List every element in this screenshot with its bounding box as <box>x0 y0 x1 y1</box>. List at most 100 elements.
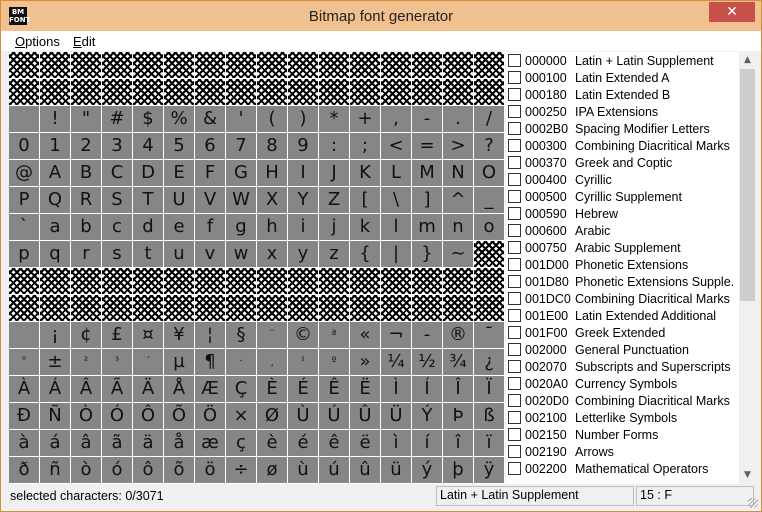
char-cell[interactable]: Í <box>412 376 443 403</box>
char-cell[interactable]: x <box>257 241 288 268</box>
char-cell[interactable]: ¢ <box>71 322 102 349</box>
char-cell[interactable]: ¸ <box>257 349 288 376</box>
char-cell[interactable]: V <box>195 187 226 214</box>
char-cell[interactable]: & <box>195 106 226 133</box>
scroll-down-arrow-icon[interactable]: ▼ <box>739 467 756 484</box>
char-cell[interactable]: 1 <box>40 133 71 160</box>
char-cell[interactable]: O <box>474 160 505 187</box>
char-cell[interactable]: Z <box>319 187 350 214</box>
char-cell[interactable]: ñ <box>40 457 71 484</box>
char-cell[interactable]: ß <box>474 403 505 430</box>
char-cell[interactable]: ~ <box>443 241 474 268</box>
char-cell[interactable]: # <box>102 106 133 133</box>
char-cell[interactable]: 8 <box>257 133 288 160</box>
char-cell[interactable]: D <box>133 160 164 187</box>
char-cell[interactable]: Ë <box>350 376 381 403</box>
char-cell[interactable]: « <box>350 322 381 349</box>
char-cell[interactable]: ¡ <box>40 322 71 349</box>
char-cell[interactable]: ± <box>40 349 71 376</box>
char-cell[interactable]: H <box>257 160 288 187</box>
char-cell[interactable]: ¶ <box>195 349 226 376</box>
char-cell[interactable]: w <box>226 241 257 268</box>
char-cell[interactable] <box>474 295 505 322</box>
range-checkbox[interactable] <box>508 88 521 101</box>
range-list-item[interactable]: 001DC0 Combining Diacritical Marks <box>506 290 739 307</box>
char-cell[interactable]: r <box>71 241 102 268</box>
char-cell[interactable] <box>319 268 350 295</box>
range-list-item[interactable]: 002070 Subscripts and Superscripts <box>506 358 739 375</box>
char-cell[interactable] <box>319 295 350 322</box>
range-checkbox[interactable] <box>508 139 521 152</box>
range-checkbox[interactable] <box>508 411 521 424</box>
menu-edit[interactable]: Edit <box>73 34 95 49</box>
char-cell[interactable]: ! <box>40 106 71 133</box>
char-cell[interactable]: ª <box>319 322 350 349</box>
char-cell[interactable]: © <box>288 322 319 349</box>
range-list-item[interactable]: 000370 Greek and Coptic <box>506 154 739 171</box>
char-cell[interactable] <box>226 52 257 79</box>
char-cell[interactable]: à <box>9 430 40 457</box>
char-cell[interactable]: Õ <box>164 403 195 430</box>
range-checkbox[interactable] <box>508 122 521 135</box>
char-cell[interactable]: q <box>40 241 71 268</box>
char-cell[interactable] <box>412 268 443 295</box>
char-cell[interactable]: Ø <box>257 403 288 430</box>
char-cell[interactable] <box>40 268 71 295</box>
char-cell[interactable]: K <box>350 160 381 187</box>
char-cell[interactable]: v <box>195 241 226 268</box>
range-list-item[interactable]: 002100 Letterlike Symbols <box>506 409 739 426</box>
menu-options[interactable]: Options <box>15 34 60 49</box>
range-checkbox[interactable] <box>508 292 521 305</box>
range-list-item[interactable]: 000300 Combining Diacritical Marks <box>506 137 739 154</box>
char-cell[interactable]: í <box>412 430 443 457</box>
char-cell[interactable]: ê <box>319 430 350 457</box>
char-cell[interactable]: 4 <box>133 133 164 160</box>
char-cell[interactable] <box>9 79 40 106</box>
char-cell[interactable]: k <box>350 214 381 241</box>
char-cell[interactable] <box>226 79 257 106</box>
range-list-item[interactable]: 0020D0 Combining Diacritical Marks <box>506 392 739 409</box>
char-cell[interactable]: ù <box>288 457 319 484</box>
char-cell[interactable]: ö <box>195 457 226 484</box>
char-cell[interactable]: . <box>443 106 474 133</box>
char-cell[interactable] <box>71 52 102 79</box>
range-list-item[interactable]: 000600 Arabic <box>506 222 739 239</box>
char-cell[interactable] <box>102 52 133 79</box>
char-cell[interactable]: y <box>288 241 319 268</box>
char-cell[interactable]: d <box>133 214 164 241</box>
char-cell[interactable]: j <box>319 214 350 241</box>
range-checkbox[interactable] <box>508 241 521 254</box>
char-cell[interactable] <box>226 268 257 295</box>
char-cell[interactable] <box>443 52 474 79</box>
char-cell[interactable] <box>288 79 319 106</box>
char-cell[interactable]: ý <box>412 457 443 484</box>
char-cell[interactable]: ì <box>381 430 412 457</box>
char-cell[interactable]: Ä <box>133 376 164 403</box>
char-cell[interactable]: á <box>40 430 71 457</box>
range-list-item[interactable]: 002190 Arrows <box>506 443 739 460</box>
char-cell[interactable]: ; <box>350 133 381 160</box>
char-cell[interactable] <box>102 79 133 106</box>
char-cell[interactable] <box>350 295 381 322</box>
char-cell[interactable]: þ <box>443 457 474 484</box>
range-checkbox[interactable] <box>508 377 521 390</box>
char-cell[interactable]: I <box>288 160 319 187</box>
char-cell[interactable] <box>257 52 288 79</box>
char-cell[interactable]: W <box>226 187 257 214</box>
char-cell[interactable]: % <box>164 106 195 133</box>
char-cell[interactable]: Ú <box>319 403 350 430</box>
char-cell[interactable] <box>40 52 71 79</box>
char-cell[interactable]: } <box>412 241 443 268</box>
char-cell[interactable]: ô <box>133 457 164 484</box>
char-cell[interactable] <box>164 295 195 322</box>
char-cell[interactable]: n <box>443 214 474 241</box>
range-list-item[interactable]: 002200 Mathematical Operators <box>506 460 739 477</box>
char-cell[interactable]: L <box>381 160 412 187</box>
char-cell[interactable]: J <box>319 160 350 187</box>
range-checkbox[interactable] <box>508 173 521 186</box>
char-cell[interactable]: Ç <box>226 376 257 403</box>
char-cell[interactable] <box>474 241 505 268</box>
char-cell[interactable]: l <box>381 214 412 241</box>
char-cell[interactable]: Ó <box>102 403 133 430</box>
range-checkbox[interactable] <box>508 275 521 288</box>
